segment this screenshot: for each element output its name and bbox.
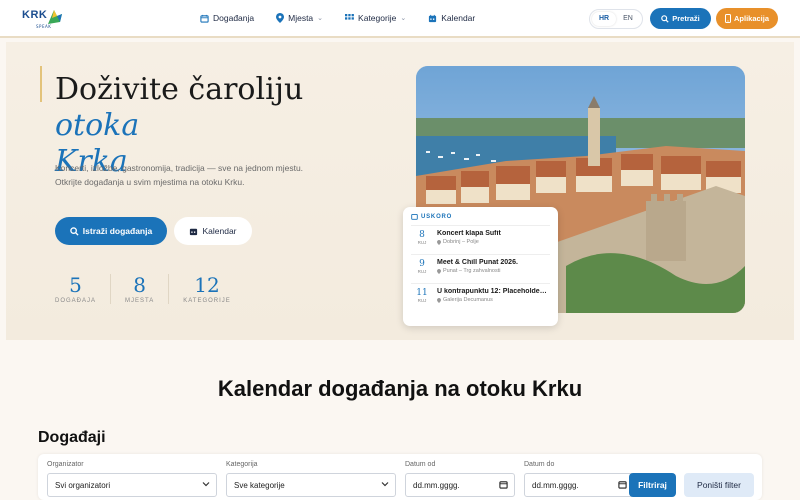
upcoming-month: RUJ [417, 240, 427, 245]
upcoming-info: Koncert klapa Šufit Dobrinj – Polje [437, 230, 547, 250]
filter-button[interactable]: Filtriraj [629, 473, 676, 497]
stat-categories: 12 KATEGORIJE [168, 274, 245, 304]
upcoming-item[interactable]: 11 RUJ U kontrapunktu 12: Placeholder...… [411, 283, 550, 312]
upcoming-month: RUJ [417, 298, 427, 303]
date-from-input[interactable]: dd.mm.gggg. [405, 473, 515, 497]
hero-description: Koncerti, izložbe, gastronomija, tradici… [55, 163, 304, 187]
lang-en-button[interactable]: EN [616, 12, 640, 26]
upcoming-day: 8 [419, 230, 425, 240]
upcoming-month: RUJ [417, 269, 427, 274]
calendar-icon [618, 480, 627, 491]
hero-title-plain: Doživite čaroliju [55, 72, 304, 107]
search-icon [70, 226, 79, 236]
language-switcher: HR EN [589, 9, 643, 29]
upcoming-date: 11 RUJ [411, 288, 433, 308]
upcoming-day: 11 [416, 288, 428, 298]
stat-events: 5 DOGAĐAJA [55, 274, 110, 304]
logo-mark-icon [48, 10, 62, 24]
calendar-section-title: Kalendar događanja na otoku Krku [217, 376, 583, 401]
upcoming-location: Punat – Trg zahvalnosti [437, 268, 547, 274]
category-label: Kategorija [226, 461, 258, 468]
nav-item-label: Mjesta [288, 13, 314, 23]
upcoming-events-card: USKORO 8 RUJ Koncert klapa Šufit Dobrinj… [403, 207, 558, 326]
map-pin-icon [437, 297, 441, 303]
upcoming-heading-text: USKORO [421, 213, 453, 220]
explore-events-button[interactable]: Istraži događanja [55, 217, 167, 245]
reset-filter-button[interactable]: Poništi filter [684, 473, 754, 497]
stat-number: 8 [133, 273, 146, 297]
upcoming-item[interactable]: 9 RUJ Meet & Chill Punat 2026. Punat – T… [411, 254, 550, 283]
upcoming-date: 8 RUJ [411, 230, 433, 250]
site-header: KRK SPEAK Događanja Mjesta ⌄ Kategorije [0, 0, 800, 38]
nav-item-places[interactable]: Mjesta ⌄ [276, 13, 323, 23]
upcoming-day: 9 [419, 259, 425, 269]
main-nav: Događanja Mjesta ⌄ Kategorije ⌄ Kalendar [200, 0, 497, 36]
nav-item-label: Događanja [213, 13, 255, 23]
date-to-value: dd.mm.gggg. [532, 480, 579, 490]
calendar-icon [428, 14, 437, 23]
upcoming-date: 9 RUJ [411, 259, 433, 279]
map-pin-icon [437, 239, 441, 245]
date-from-value: dd.mm.gggg. [413, 480, 460, 490]
upcoming-location-text: Galerija Decumanus [443, 297, 493, 303]
events-heading: Događaji [38, 429, 106, 446]
date-to-label: Datum do [524, 461, 555, 468]
nav-item-categories[interactable]: Kategorije ⌄ [345, 13, 406, 23]
hero-accent-bar [40, 66, 42, 102]
chevron-down-icon: ⌄ [400, 15, 407, 22]
grid-icon [345, 13, 354, 23]
stat-label: MJESTA [125, 298, 155, 304]
nav-item-label: Kategorije [358, 13, 397, 23]
upcoming-title: Meet & Chill Punat 2026. [437, 259, 518, 266]
explore-events-label: Istraži događanja [82, 226, 153, 236]
hero-stats: 5 DOGAĐAJA 8 MJESTA 12 KATEGORIJE [55, 274, 245, 304]
calendar-icon [499, 480, 508, 491]
calendar-button[interactable]: Kalendar [174, 217, 252, 245]
app-button-label: Aplikacija [733, 14, 770, 23]
upcoming-item[interactable]: 8 RUJ Koncert klapa Šufit Dobrinj – Polj… [411, 225, 550, 254]
nav-item-events[interactable]: Događanja [200, 13, 254, 23]
organizer-label: Organizator [47, 461, 84, 468]
search-button-label: Pretraži [672, 14, 700, 23]
hero-title-accent-1: otoka [55, 108, 140, 143]
stat-number: 5 [69, 273, 82, 297]
map-pin-icon [437, 268, 441, 274]
search-icon [661, 14, 669, 23]
upcoming-info: U kontrapunktu 12: Placeholder... Galeri… [437, 288, 547, 308]
category-select-value: Sve kategorije [234, 480, 285, 490]
map-pin-icon [276, 13, 285, 23]
lang-hr-button[interactable]: HR [592, 12, 616, 26]
date-to-input[interactable]: dd.mm.gggg. [524, 473, 634, 497]
upcoming-location: Dobrinj – Polje [437, 239, 547, 245]
calendar-button-label: Kalendar [202, 226, 237, 236]
chevron-down-icon [381, 480, 389, 490]
search-button[interactable]: Pretraži [650, 8, 711, 29]
upcoming-location-text: Punat – Trg zahvalnosti [443, 268, 501, 274]
upcoming-info: Meet & Chill Punat 2026. Punat – Trg zah… [437, 259, 547, 279]
stat-label: DOGAĐAJA [55, 298, 97, 304]
stat-label: KATEGORIJE [183, 298, 231, 304]
organizer-select-value: Svi organizatori [55, 480, 111, 490]
nav-item-label: Kalendar [441, 13, 476, 23]
chevron-down-icon [202, 480, 210, 490]
stat-places: 8 MJESTA [110, 274, 168, 304]
upcoming-title: Koncert klapa Šufit [437, 230, 501, 237]
app-button[interactable]: Aplikacija [716, 8, 778, 29]
calendar-icon [200, 14, 209, 23]
upcoming-title: U kontrapunktu 12: Placeholder... [437, 288, 547, 295]
site-logo[interactable]: KRK SPEAK [22, 6, 66, 32]
calendar-icon [411, 213, 418, 220]
calendar-icon [190, 228, 198, 235]
stat-number: 12 [194, 273, 220, 297]
upcoming-heading: USKORO [411, 213, 550, 220]
upcoming-location-text: Dobrinj – Polje [443, 239, 479, 245]
organizer-select[interactable]: Svi organizatori [47, 473, 217, 497]
chevron-down-icon: ⌄ [317, 15, 324, 22]
nav-item-calendar[interactable]: Kalendar [428, 13, 475, 23]
events-filter: Organizator Svi organizatori Kategorija … [38, 454, 762, 500]
category-select[interactable]: Sve kategorije [226, 473, 396, 497]
upcoming-location: Galerija Decumanus [437, 297, 547, 303]
date-from-label: Datum od [405, 461, 436, 468]
phone-icon [724, 14, 731, 23]
